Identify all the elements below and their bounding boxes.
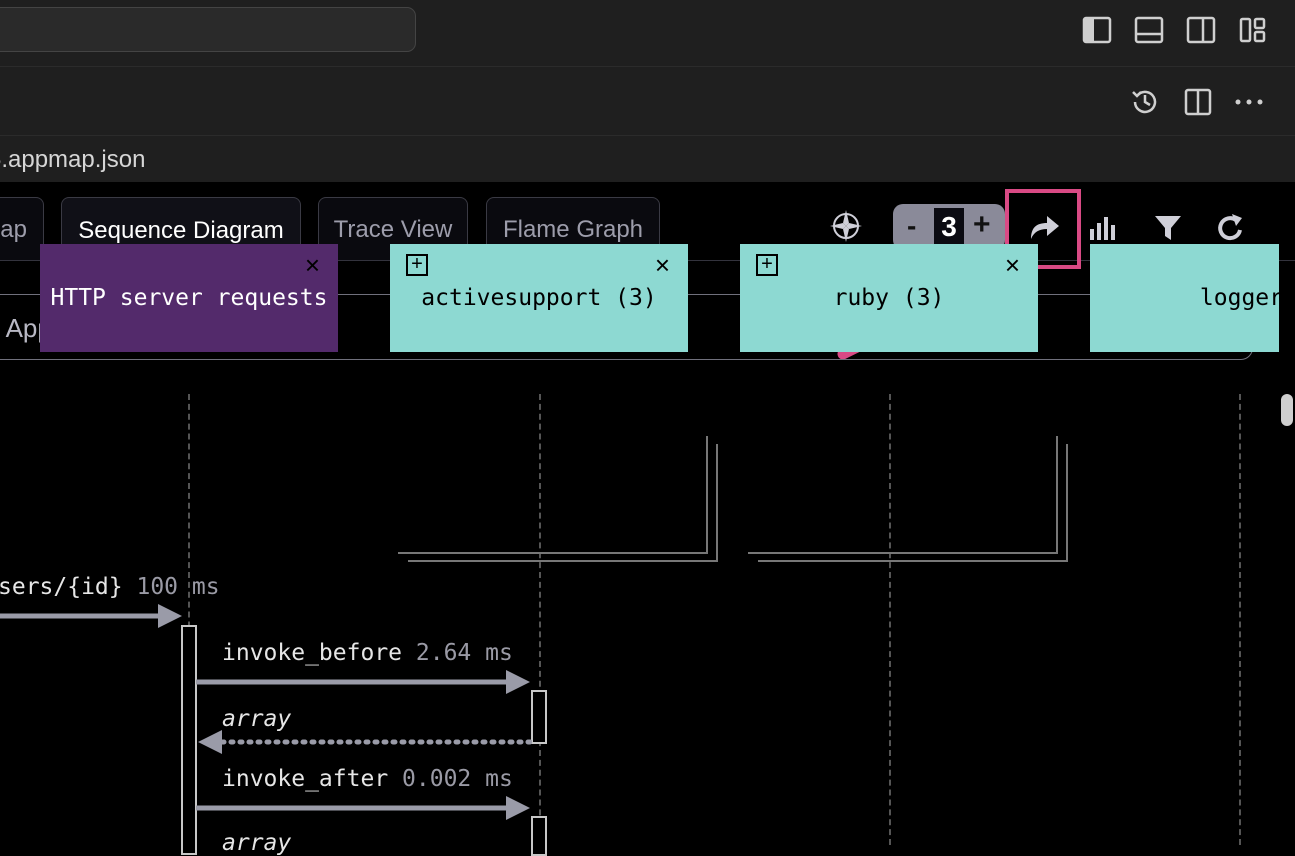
actor-label: logger (1199, 285, 1279, 311)
return-label[interactable]: array (222, 830, 291, 856)
return-arrow (198, 730, 532, 754)
toggle-secondary-sidebar-icon[interactable] (1185, 14, 1217, 46)
close-icon[interactable]: × (1005, 252, 1020, 278)
breadcrumb: 6.appmap.json (0, 136, 1295, 182)
editor-tab-bar (0, 67, 1295, 136)
message-arrow (0, 604, 182, 628)
customize-layout-icon[interactable] (1237, 14, 1269, 46)
tab-label: Sequence Diagram (78, 216, 284, 244)
depth-decrease-button[interactable]: - (907, 210, 916, 242)
close-icon[interactable]: × (305, 252, 320, 278)
tab-label: ap (0, 215, 27, 243)
message-label[interactable]: invoke_after 0.002 ms (222, 766, 513, 792)
title-bar (0, 0, 1295, 67)
toggle-panel-icon[interactable] (1133, 14, 1165, 46)
actor-http-server-requests[interactable]: HTTP server requests × (40, 244, 338, 352)
message-arrow (196, 670, 530, 694)
activation-bar (181, 625, 197, 855)
command-center-search[interactable] (0, 7, 416, 52)
scrollbar-thumb[interactable] (1281, 394, 1293, 426)
actor-ruby[interactable]: + ruby (3) × (740, 244, 1038, 352)
actor-stack-shadow (398, 436, 708, 554)
toggle-primary-sidebar-icon[interactable] (1081, 14, 1113, 46)
tab-dependency-map[interactable]: ap (0, 197, 44, 261)
actor-label: activesupport (3) (421, 285, 657, 311)
actor-label: HTTP server requests (50, 285, 328, 311)
more-actions-icon[interactable] (1232, 85, 1266, 119)
message-label[interactable]: sers/{id} 100 ms (0, 574, 220, 600)
close-icon[interactable]: × (655, 252, 670, 278)
lifeline (1239, 394, 1241, 845)
compass-icon[interactable] (826, 206, 866, 246)
reload-icon[interactable] (1210, 208, 1250, 248)
activation-bar (531, 690, 547, 744)
message-arrow (196, 796, 530, 820)
actor-activesupport[interactable]: + activesupport (3) × (390, 244, 688, 352)
split-editor-icon[interactable] (1181, 85, 1215, 119)
message-label[interactable]: invoke_before 2.64 ms (222, 640, 513, 666)
filter-icon[interactable] (1148, 208, 1188, 248)
tab-label: Trace View (333, 215, 453, 243)
actor-logger[interactable]: logger (1090, 244, 1279, 352)
actor-stack-shadow (748, 436, 1058, 554)
breadcrumb-file[interactable]: 6.appmap.json (0, 146, 145, 174)
stats-icon[interactable] (1082, 208, 1122, 248)
timeline-history-icon[interactable] (1128, 85, 1162, 119)
depth-value: 3 (934, 208, 964, 246)
expand-icon[interactable]: + (406, 254, 428, 276)
expand-icon[interactable]: + (756, 254, 778, 276)
depth-increase-button[interactable]: + (973, 208, 991, 242)
tab-label: Flame Graph (502, 215, 644, 243)
actor-label: ruby (3) (833, 285, 945, 311)
